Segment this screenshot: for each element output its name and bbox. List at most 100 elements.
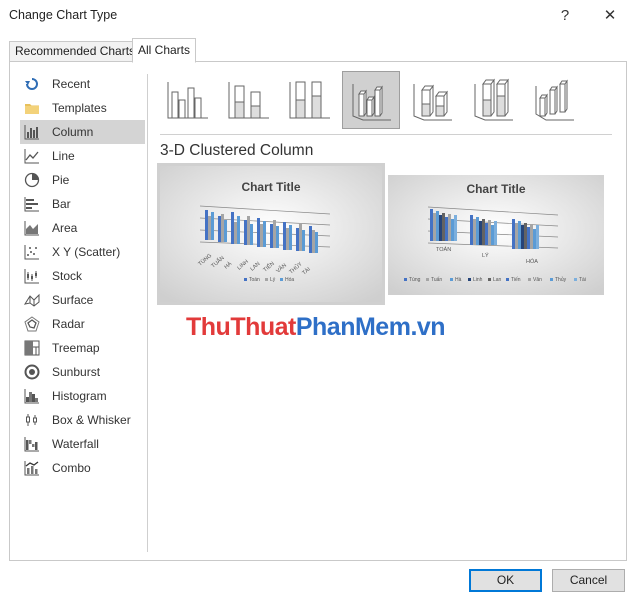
sidebar-item-treemap[interactable]: Treemap	[20, 336, 145, 360]
100-stacked-column-icon	[289, 81, 330, 119]
sidebar-item-histogram[interactable]: Histogram	[20, 384, 145, 408]
cancel-button[interactable]: Cancel	[552, 569, 625, 592]
pie-chart-icon	[24, 172, 40, 188]
3d-column-button[interactable]	[526, 72, 582, 128]
waterfall-chart-icon	[24, 437, 39, 452]
sidebar-item-line[interactable]: Line	[20, 144, 145, 168]
sidebar-item-box-whisker[interactable]: Box & Whisker	[20, 408, 145, 432]
svg-text:Tùng: Tùng	[409, 277, 421, 283]
chart-subtype-title: 3-D Clustered Column	[160, 142, 314, 159]
svg-text:Toán: Toán	[249, 277, 260, 283]
sidebar-item-templates[interactable]: Templates	[20, 96, 145, 120]
sidebar-item-sunburst[interactable]: Sunburst	[20, 360, 145, 384]
sidebar-item-waterfall[interactable]: Waterfall	[20, 432, 145, 456]
3d-100-stacked-column-button[interactable]	[465, 72, 521, 128]
chart-preview-2-image: Chart Title TOÁN LÝ HÓA Tùng Tuấn Hà Lin…	[388, 175, 604, 295]
100-stacked-column-button[interactable]	[282, 72, 338, 128]
stock-chart-icon	[24, 269, 39, 284]
chart-preview-by-subject[interactable]: Chart Title TOÁN LÝ HÓA Tùng Tuấn Hà Lin…	[388, 175, 604, 295]
sidebar-item-stock[interactable]: Stock	[20, 264, 145, 288]
folder-icon	[25, 104, 39, 114]
vertical-divider	[147, 74, 148, 552]
3d-clustered-column-button[interactable]	[342, 71, 400, 129]
3d-column-icon	[535, 79, 574, 121]
close-button[interactable]: ✕	[598, 4, 622, 28]
title-bar: Change Chart Type ? ✕	[0, 0, 634, 32]
sidebar-item-recent[interactable]: Recent	[20, 72, 145, 96]
sidebar-item-label: Histogram	[52, 389, 107, 403]
sidebar-item-label: Bar	[52, 197, 71, 211]
surface-chart-icon	[24, 293, 40, 307]
preview-1-legend: Toán Lý Hóa	[244, 277, 294, 283]
sidebar-item-radar[interactable]: Radar	[20, 312, 145, 336]
sidebar-item-label: X Y (Scatter)	[52, 245, 121, 259]
svg-text:Tuấn: Tuấn	[431, 277, 442, 283]
stacked-column-button[interactable]	[221, 72, 277, 128]
sidebar-item-surface[interactable]: Surface	[20, 288, 145, 312]
sidebar-item-label: Templates	[52, 101, 107, 115]
sidebar-item-label: Treemap	[52, 341, 100, 355]
sidebar-item-label: Area	[52, 221, 78, 235]
svg-text:TOÁN: TOÁN	[436, 246, 451, 253]
chart-title: Chart Title	[466, 182, 525, 196]
sidebar-item-label: Waterfall	[52, 437, 99, 451]
treemap-chart-icon	[24, 340, 40, 356]
watermark: ThuThuatPhanMem.vn	[186, 313, 446, 342]
sidebar-item-label: Surface	[52, 293, 94, 307]
watermark-part1: ThuThuat	[186, 313, 296, 341]
chart-preview-1-image: Chart Title TÙNG TUẤN HÀ LINH LAN TIẾN V…	[160, 166, 382, 302]
sidebar-item-bar[interactable]: Bar	[20, 192, 145, 216]
clustered-column-icon	[167, 82, 208, 119]
sidebar-item-label: Line	[52, 149, 75, 163]
chart-type-list: Recent Templates Column Line Pie Bar Are…	[20, 72, 145, 480]
line-chart-icon	[24, 149, 39, 164]
scatter-chart-icon	[24, 245, 39, 260]
radar-chart-icon	[24, 316, 40, 332]
3d-100-stacked-column-icon	[474, 78, 513, 121]
chart-preview-by-student[interactable]: Chart Title TÙNG TUẤN HÀ LINH LAN TIẾN V…	[157, 163, 385, 305]
svg-text:HÓA: HÓA	[526, 258, 538, 265]
ok-button[interactable]: OK	[469, 569, 542, 592]
svg-text:Hà: Hà	[455, 277, 462, 283]
combo-chart-icon	[24, 461, 39, 476]
svg-text:Hóa: Hóa	[285, 277, 294, 283]
sidebar-item-label: Recent	[52, 77, 91, 91]
histogram-chart-icon	[24, 389, 39, 404]
box-whisker-chart-icon	[26, 414, 37, 426]
sunburst-chart-icon	[24, 364, 40, 380]
stacked-column-icon	[228, 82, 269, 119]
preview-2-legend: Tùng Tuấn Hà Linh Lan Tiến Vân Thủy Tài	[404, 276, 586, 283]
help-button[interactable]: ?	[553, 4, 577, 28]
sidebar-item-combo[interactable]: Combo	[20, 456, 145, 480]
3d-stacked-column-icon	[413, 84, 452, 121]
horizontal-separator	[160, 134, 612, 135]
svg-text:LÝ: LÝ	[482, 252, 489, 259]
tab-recommended-charts[interactable]: Recommended Charts	[9, 41, 142, 62]
sidebar-item-label: Pie	[52, 173, 70, 187]
all-charts-panel: Recent Templates Column Line Pie Bar Are…	[9, 61, 627, 561]
sidebar-item-label: Combo	[52, 461, 91, 475]
sidebar-item-label: Sunburst	[52, 365, 101, 379]
3d-stacked-column-button[interactable]	[404, 72, 460, 128]
sidebar-item-column[interactable]: Column	[20, 120, 145, 144]
sidebar-item-xy-scatter[interactable]: X Y (Scatter)	[20, 240, 145, 264]
sidebar-item-label: Stock	[52, 269, 83, 283]
sidebar-item-label: Column	[52, 125, 94, 139]
sidebar-item-area[interactable]: Area	[20, 216, 145, 240]
3d-clustered-column-icon	[352, 84, 391, 121]
recent-icon	[25, 78, 38, 90]
sidebar-item-label: Box & Whisker	[52, 413, 131, 427]
tab-all-charts[interactable]: All Charts	[132, 38, 197, 63]
bar-chart-icon	[24, 197, 39, 212]
watermark-part2: PhanMem.vn	[295, 313, 446, 341]
svg-text:Tài: Tài	[579, 277, 586, 283]
sidebar-item-label: Radar	[52, 317, 85, 331]
svg-text:Linh: Linh	[473, 277, 483, 283]
svg-text:Lan: Lan	[493, 277, 502, 283]
svg-text:Vân: Vân	[533, 277, 542, 283]
window-title: Change Chart Type	[9, 8, 118, 22]
column-chart-icon	[24, 125, 39, 140]
clustered-column-button[interactable]	[160, 72, 216, 128]
sidebar-item-pie[interactable]: Pie	[20, 168, 145, 192]
svg-text:Lý: Lý	[270, 277, 276, 283]
